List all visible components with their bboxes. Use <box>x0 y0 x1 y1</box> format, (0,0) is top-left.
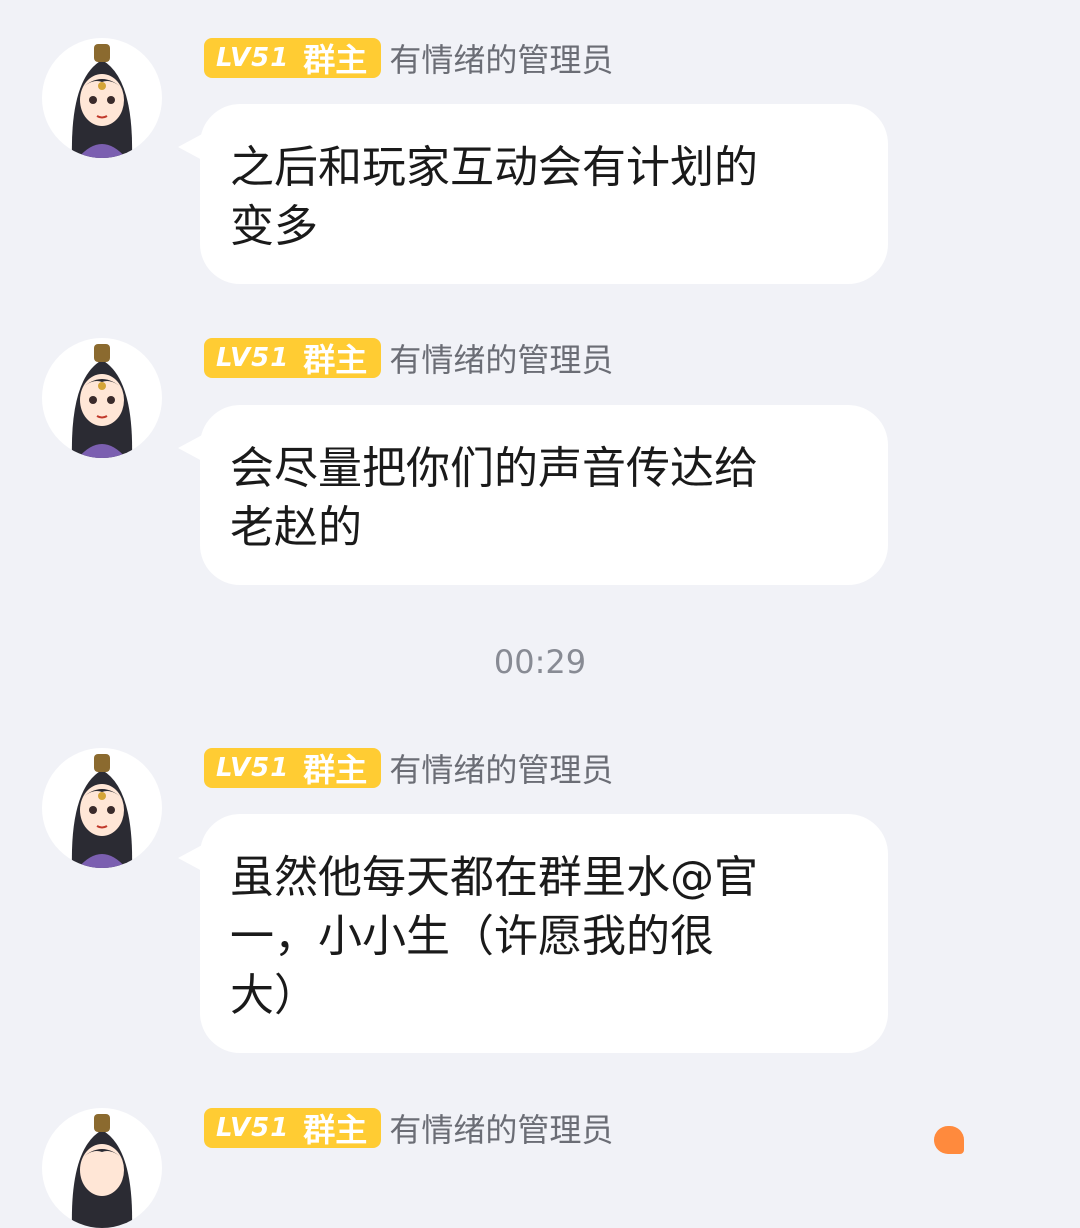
rank-badge: LV51 群主 <box>204 1108 382 1149</box>
role-label: 群主 <box>303 1111 368 1149</box>
anime-girl-avatar-icon <box>71 344 133 458</box>
avatar[interactable] <box>42 38 162 158</box>
role-label: 群主 <box>303 751 368 789</box>
role-label: 群主 <box>303 341 368 379</box>
sender-name[interactable]: 有情绪的管理员 <box>389 745 613 791</box>
rank-badge: LV51 群主 <box>204 338 382 379</box>
timestamp: 00:29 <box>493 643 587 681</box>
level-label: LV51 <box>216 1113 290 1143</box>
level-label: LV51 <box>216 343 290 373</box>
message-bubble[interactable]: 之后和玩家互动会有计划的 变多 <box>200 104 888 284</box>
message-header: LV51 群主 有情绪的管理员 <box>204 335 613 381</box>
anime-girl-avatar-icon <box>71 44 133 158</box>
sender-name[interactable]: 有情绪的管理员 <box>389 335 613 381</box>
avatar[interactable] <box>42 1108 162 1228</box>
avatar[interactable] <box>42 748 162 868</box>
avatar[interactable] <box>42 338 162 458</box>
level-label: LV51 <box>216 43 290 73</box>
level-label: LV51 <box>216 753 290 783</box>
anime-girl-avatar-icon <box>71 754 133 868</box>
message-header: LV51 群主 有情绪的管理员 <box>204 35 613 81</box>
message-header: LV51 群主 有情绪的管理员 <box>204 745 613 791</box>
rank-badge: LV51 群主 <box>204 748 382 789</box>
rank-badge: LV51 群主 <box>204 38 382 79</box>
role-label: 群主 <box>303 41 368 79</box>
orange-heart-icon[interactable] <box>934 1126 964 1154</box>
sender-name[interactable]: 有情绪的管理员 <box>389 1105 613 1151</box>
sender-name[interactable]: 有情绪的管理员 <box>389 35 613 81</box>
message-bubble[interactable]: 会尽量把你们的声音传达给 老赵的 <box>200 405 888 585</box>
anime-girl-avatar-icon <box>71 1114 133 1228</box>
message-header: LV51 群主 有情绪的管理员 <box>204 1105 613 1151</box>
message-bubble[interactable]: 虽然他每天都在群里水@官 一，小小生（许愿我的很 大） <box>200 814 888 1053</box>
